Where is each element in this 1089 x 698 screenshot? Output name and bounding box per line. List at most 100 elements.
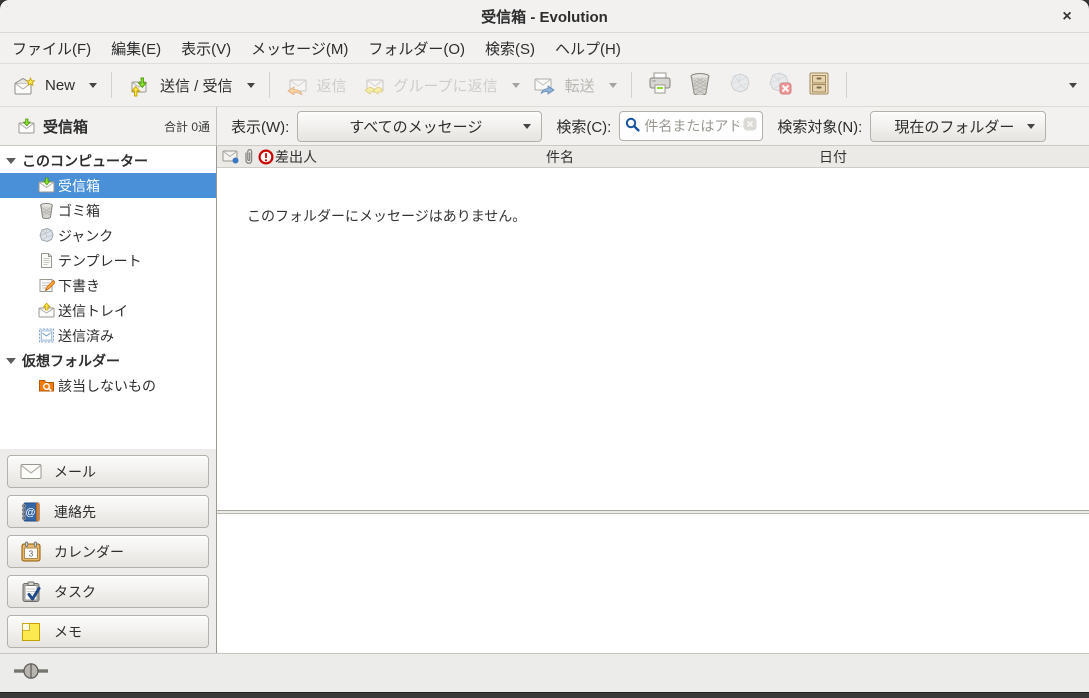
reply-icon xyxy=(286,77,308,94)
toolbar-separator xyxy=(631,72,632,98)
sidebar-item-label: 下書き xyxy=(58,276,100,296)
tasks-icon xyxy=(20,581,42,603)
close-button[interactable]: × xyxy=(1057,7,1077,27)
expander-icon[interactable] xyxy=(6,158,16,164)
contacts-icon: @ xyxy=(20,501,42,523)
group-reply-icon xyxy=(363,77,385,94)
switcher-tasks-button[interactable]: タスク xyxy=(7,575,209,608)
svg-text:3: 3 xyxy=(29,549,34,558)
menu-item-view[interactable]: 表示(V) xyxy=(173,34,239,63)
reply-button[interactable]: 返信 xyxy=(278,69,355,102)
sidebar: このコンピューター 受信箱 xyxy=(0,146,217,653)
message-pane: 差出人 件名 日付 このフォルダーにメッセージはありません。 xyxy=(217,146,1089,653)
menu-item-edit[interactable]: 編集(E) xyxy=(103,34,169,63)
junk-button[interactable] xyxy=(720,66,760,105)
new-dropdown-button[interactable] xyxy=(83,77,103,94)
sidebar-item-drafts[interactable]: 下書き xyxy=(0,273,216,298)
search-scope-dropdown[interactable]: 現在のフォルダー xyxy=(870,111,1046,142)
group-reply-dropdown-button[interactable] xyxy=(506,77,526,94)
forward-button[interactable]: 転送 xyxy=(526,69,603,102)
switcher-label: 連絡先 xyxy=(54,502,96,522)
inbox-icon xyxy=(18,118,35,135)
evolution-window: 受信箱 - Evolution × ファイル(F) 編集(E) 表示(V) メッ… xyxy=(0,0,1089,692)
column-date[interactable]: 日付 xyxy=(819,147,847,167)
sidebar-group-search-folders[interactable]: 仮想フォルダー xyxy=(0,348,216,373)
sidebar-item-outbox[interactable]: 送信トレイ xyxy=(0,298,216,323)
online-plug-icon[interactable] xyxy=(14,663,48,684)
search-input[interactable] xyxy=(644,118,739,134)
sidebar-item-junk[interactable]: ジャンク xyxy=(0,223,216,248)
show-filter-value: すべてのメッセージ xyxy=(308,116,523,137)
forward-dropdown-button[interactable] xyxy=(603,77,623,94)
priority-column-icon[interactable] xyxy=(258,149,274,168)
sidebar-item-templates[interactable]: テンプレート xyxy=(0,248,216,273)
attachment-column-icon[interactable] xyxy=(242,148,255,168)
search-label: 検索(C): xyxy=(556,116,611,137)
preview-pane[interactable] xyxy=(217,514,1089,653)
toolbar: New 送信 / 受信 xyxy=(0,64,1089,107)
switcher-memos-button[interactable]: メモ xyxy=(7,615,209,648)
sidebar-item-label: 送信済み xyxy=(58,326,114,346)
sent-stamp-icon xyxy=(38,327,55,344)
status-bar xyxy=(0,653,1089,692)
search-icon xyxy=(625,117,640,136)
toolbar-overflow-button[interactable] xyxy=(1063,77,1083,94)
sidebar-group-this-computer[interactable]: このコンピューター xyxy=(0,148,216,173)
sidebar-item-unmatched[interactable]: 該当しないもの xyxy=(0,373,216,398)
not-junk-button[interactable] xyxy=(760,66,800,105)
group-reply-button[interactable]: グループに返信 xyxy=(355,69,506,102)
menu-item-help[interactable]: ヘルプ(H) xyxy=(547,34,629,63)
send-receive-label: 送信 / 受信 xyxy=(160,75,233,96)
inbox-icon xyxy=(38,177,55,194)
menu-item-file[interactable]: ファイル(F) xyxy=(4,34,99,63)
switcher-label: カレンダー xyxy=(54,542,124,562)
switcher-label: メール xyxy=(54,462,96,482)
trash-icon xyxy=(38,202,55,219)
sidebar-item-label: ゴミ箱 xyxy=(58,201,100,221)
titlebar: 受信箱 - Evolution × xyxy=(0,0,1089,33)
send-receive-button[interactable]: 送信 / 受信 xyxy=(120,69,241,102)
sidebar-item-inbox[interactable]: 受信箱 xyxy=(0,173,216,198)
switcher-calendar-button[interactable]: 3 カレンダー xyxy=(7,535,209,568)
show-filter-dropdown[interactable]: すべてのメッセージ xyxy=(297,111,542,142)
show-filter-label: 表示(W): xyxy=(231,116,289,137)
not-junk-icon xyxy=(768,72,792,99)
folder-name-label: 受信箱 xyxy=(43,116,88,137)
expander-icon[interactable] xyxy=(6,358,16,364)
menu-item-message[interactable]: メッセージ(M) xyxy=(243,34,356,63)
forward-label: 転送 xyxy=(565,75,595,96)
mail-icon xyxy=(20,463,42,480)
sidebar-item-label: 送信トレイ xyxy=(58,301,128,321)
menu-item-folder[interactable]: フォルダー(O) xyxy=(360,34,473,63)
search-scope-value: 現在のフォルダー xyxy=(881,116,1027,137)
send-receive-dropdown-button[interactable] xyxy=(241,77,261,94)
column-subject[interactable]: 件名 xyxy=(546,147,574,167)
message-list[interactable]: このフォルダーにメッセージはありません。 xyxy=(217,168,1089,510)
column-from[interactable]: 差出人 xyxy=(275,147,317,167)
sidebar-item-label: ジャンク xyxy=(58,226,113,246)
archive-icon xyxy=(808,72,830,99)
archive-button[interactable] xyxy=(800,66,838,105)
new-mail-icon xyxy=(14,77,36,94)
switcher-contacts-button[interactable]: @ 連絡先 xyxy=(7,495,209,528)
folder-tree: このコンピューター 受信箱 xyxy=(0,146,216,449)
content-area: このコンピューター 受信箱 xyxy=(0,146,1089,653)
search-scope-label: 検索対象(N): xyxy=(777,116,862,137)
document-icon xyxy=(38,252,55,269)
sidebar-item-trash[interactable]: ゴミ箱 xyxy=(0,198,216,223)
switcher-label: メモ xyxy=(54,622,82,642)
search-box[interactable] xyxy=(619,111,763,141)
sidebar-item-label: 受信箱 xyxy=(58,176,100,196)
read-status-column-icon[interactable] xyxy=(222,149,239,167)
window-title: 受信箱 - Evolution xyxy=(481,6,608,27)
print-button[interactable] xyxy=(640,66,680,104)
clear-search-icon[interactable] xyxy=(743,117,757,135)
menu-item-search[interactable]: 検索(S) xyxy=(477,34,543,63)
reply-label: 返信 xyxy=(317,75,347,96)
switcher-mail-button[interactable]: メール xyxy=(7,455,209,488)
view-switcher: メール @ 連絡先 xyxy=(0,449,216,653)
sidebar-item-sent[interactable]: 送信済み xyxy=(0,323,216,348)
menubar: ファイル(F) 編集(E) 表示(V) メッセージ(M) フォルダー(O) 検索… xyxy=(0,33,1089,64)
delete-button[interactable] xyxy=(680,66,720,105)
new-button[interactable]: New xyxy=(6,71,83,100)
